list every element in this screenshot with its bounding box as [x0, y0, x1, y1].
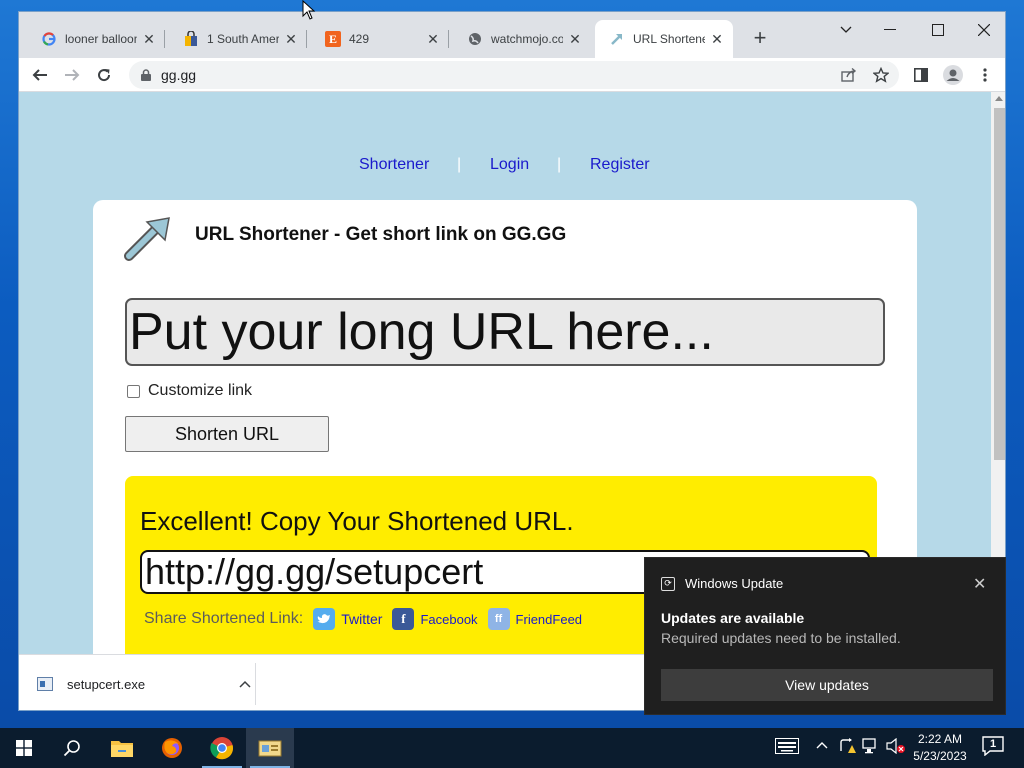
shorten-url-button[interactable]: Shorten URL: [125, 416, 329, 452]
tab-watchmojo[interactable]: watchmojo.com ✕: [453, 20, 591, 58]
new-tab-icon[interactable]: +: [749, 27, 771, 50]
toast-header: ⟳ Windows Update: [661, 576, 783, 591]
toast-close-icon[interactable]: ✕: [973, 574, 986, 594]
control-panel-icon[interactable]: [246, 728, 294, 768]
profile-avatar-icon[interactable]: [940, 62, 966, 88]
tab-strip: looner balloon ✕ 1 South Ameri ✕ E 429 ✕…: [19, 12, 1005, 58]
tab-title: 1 South Ameri: [207, 32, 279, 46]
facebook-label: Facebook: [420, 611, 478, 627]
customize-checkbox[interactable]: [127, 384, 140, 398]
update-warning-icon[interactable]: [838, 738, 856, 757]
tab-url-shortener[interactable]: URL Shortener ✕: [595, 20, 733, 58]
chevron-down-icon[interactable]: [823, 16, 869, 44]
toast-app-name: Windows Update: [685, 576, 784, 591]
page-title: URL Shortener - Get short link on GG.GG: [195, 224, 567, 245]
scroll-up-icon[interactable]: [995, 96, 1003, 101]
action-center-keyboard-icon[interactable]: [775, 738, 799, 757]
system-clock[interactable]: 2:22 AM 5/23/2023: [910, 731, 970, 765]
arrow-icon: [609, 31, 625, 47]
clock-date: 5/23/2023: [913, 749, 967, 763]
browser-toolbar: gg.gg: [19, 58, 1005, 92]
address-bar[interactable]: gg.gg: [129, 61, 899, 89]
toast-title: Updates are available: [661, 610, 805, 626]
tab-south-america[interactable]: 1 South Ameri ✕: [169, 20, 307, 58]
maximize-icon[interactable]: [915, 16, 961, 44]
tab-etsy[interactable]: E 429 ✕: [311, 20, 449, 58]
tab-close-icon[interactable]: ✕: [567, 31, 583, 47]
share-row: Share Shortened Link: Twitter f Facebook…: [144, 608, 582, 630]
friendfeed-icon: ff: [487, 608, 510, 630]
nav-link-shortener[interactable]: Shortener: [359, 156, 429, 174]
share-icon[interactable]: [836, 62, 862, 88]
search-icon[interactable]: [48, 728, 96, 768]
facebook-icon: f: [392, 608, 415, 630]
share-facebook[interactable]: f Facebook: [392, 608, 478, 630]
share-friendfeed[interactable]: ff FriendFeed: [487, 608, 583, 630]
tab-close-icon[interactable]: ✕: [709, 31, 725, 47]
chevron-up-icon[interactable]: [239, 677, 255, 691]
file-explorer-icon[interactable]: [98, 728, 146, 768]
taskbar: 2:22 AM 5/23/2023 1: [0, 728, 1024, 768]
address-text: gg.gg: [161, 67, 197, 83]
chevron-up-icon[interactable]: [816, 738, 828, 755]
notification-count: 1: [990, 738, 997, 750]
forward-icon[interactable]: [59, 62, 85, 88]
tab-title: URL Shortener: [633, 32, 705, 46]
friendfeed-label: FriendFeed: [515, 611, 583, 627]
arrow-logo-icon: [123, 214, 175, 264]
clock-time: 2:22 AM: [917, 732, 963, 746]
share-twitter[interactable]: Twitter: [313, 608, 382, 630]
tab-title: 429: [349, 32, 370, 46]
download-filename: setupcert.exe: [67, 676, 146, 692]
reload-icon[interactable]: [91, 62, 117, 88]
lock-icon: [141, 69, 151, 81]
scrollbar-thumb[interactable]: [994, 108, 1005, 460]
result-message: Excellent! Copy Your Shortened URL.: [140, 506, 574, 536]
google-icon: [41, 31, 57, 47]
globe-icon: [467, 31, 483, 47]
customize-label: Customize link: [148, 382, 253, 399]
more-menu-icon[interactable]: [972, 62, 998, 88]
volume-muted-icon[interactable]: [886, 737, 906, 757]
nav-separator: |: [557, 156, 562, 173]
exe-file-icon: [37, 677, 53, 691]
tab-title: watchmojo.com: [491, 32, 563, 46]
tab-close-icon[interactable]: ✕: [425, 31, 441, 47]
share-label: Share Shortened Link:: [144, 610, 304, 627]
close-window-icon[interactable]: [961, 16, 1005, 44]
tab-looner-balloon[interactable]: looner balloon ✕: [27, 20, 165, 58]
back-icon[interactable]: [27, 62, 53, 88]
nav-separator: |: [457, 156, 462, 173]
site-nav: Shortener | Login | Register: [19, 156, 991, 180]
chrome-icon[interactable]: [198, 728, 246, 768]
start-button-icon[interactable]: [0, 728, 48, 768]
long-url-input[interactable]: [125, 298, 885, 366]
windows-update-icon: ⟳: [661, 576, 675, 591]
toast-body: Required updates need to be installed.: [661, 630, 901, 646]
bookmark-star-icon[interactable]: [868, 62, 894, 88]
windows-update-notification: ⟳ Windows Update ✕ Updates are available…: [644, 557, 1006, 715]
network-icon[interactable]: [862, 738, 880, 757]
tab-close-icon[interactable]: ✕: [141, 31, 157, 47]
tab-close-icon[interactable]: ✕: [283, 31, 299, 47]
download-item[interactable]: setupcert.exe: [37, 667, 255, 701]
twitter-label: Twitter: [341, 611, 383, 627]
customize-link-option[interactable]: Customize link: [127, 382, 252, 400]
firefox-icon[interactable]: [148, 728, 196, 768]
mouse-cursor-icon: [302, 0, 316, 20]
nav-link-register[interactable]: Register: [590, 156, 650, 174]
side-panel-icon[interactable]: [908, 62, 934, 88]
twitter-icon: [313, 608, 336, 630]
shopping-bag-icon: [183, 31, 199, 47]
minimize-icon[interactable]: [867, 16, 913, 44]
notification-center-icon[interactable]: 1: [982, 736, 1004, 759]
view-updates-button[interactable]: View updates: [661, 669, 993, 701]
etsy-icon: E: [325, 31, 341, 47]
nav-link-login[interactable]: Login: [490, 156, 529, 174]
tab-title: looner balloon: [65, 32, 137, 46]
